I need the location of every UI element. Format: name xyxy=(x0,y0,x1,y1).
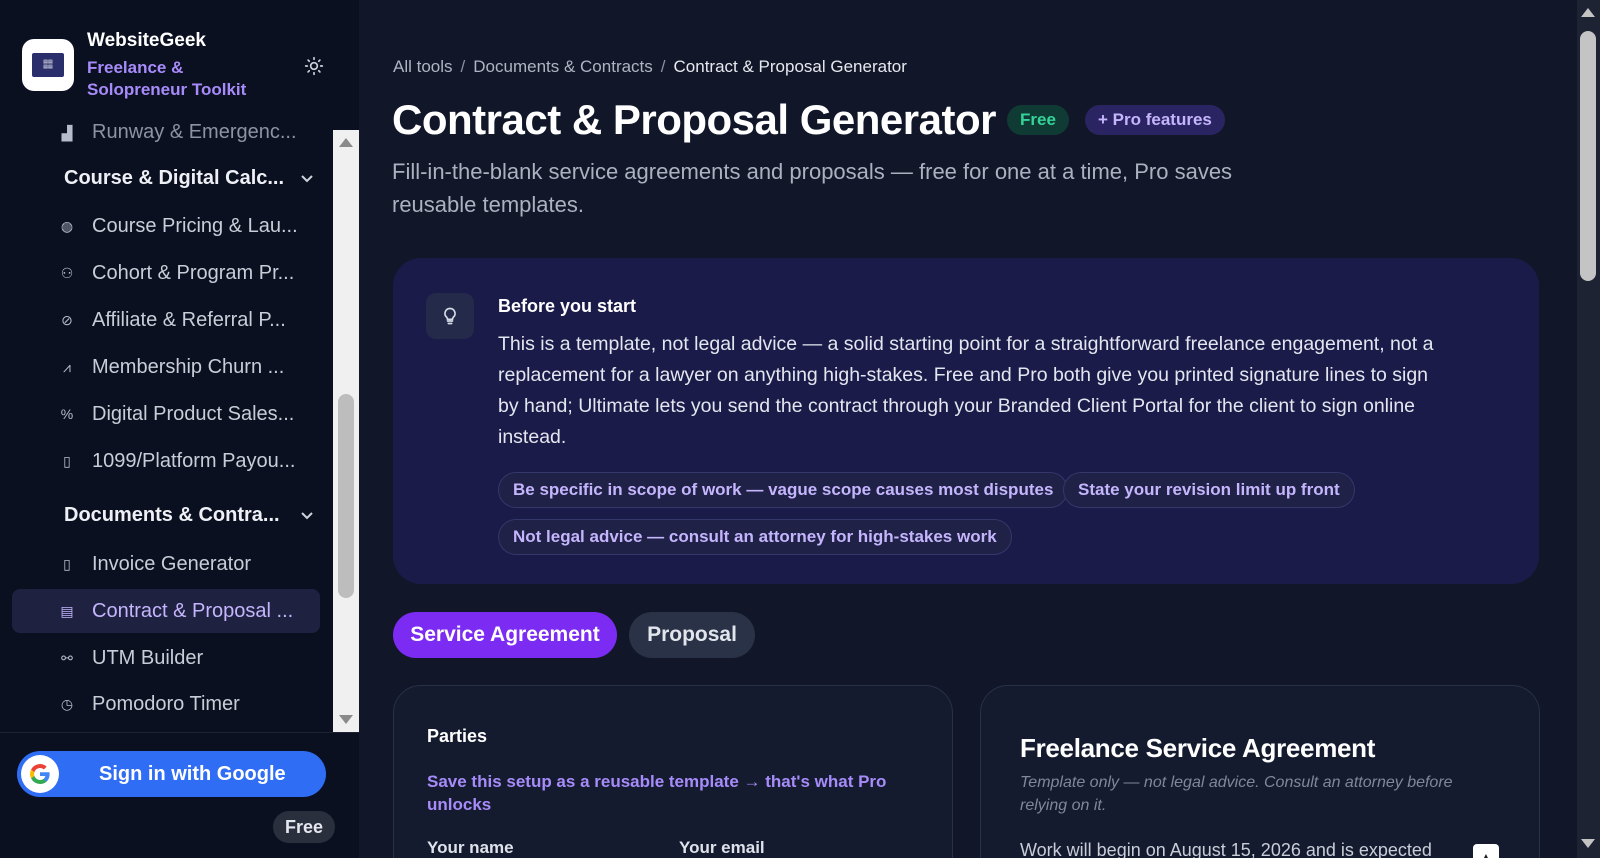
scroll-down-icon[interactable] xyxy=(1581,839,1595,848)
scroll-down-icon[interactable] xyxy=(339,715,353,724)
link-icon: ⚯ xyxy=(61,649,73,666)
google-sign-in-label: Sign in with Google xyxy=(99,762,286,785)
sidebar-group-course[interactable]: Course & Digital Calc... xyxy=(64,158,314,198)
sidebar: ▤▤ ▤▤ WebsiteGeek Freelance & Solopreneur… xyxy=(0,0,359,858)
chevron-down-icon xyxy=(301,512,313,520)
sidebar-item-label: Membership Churn ... xyxy=(92,355,285,378)
sidebar-item-label: Pomodoro Timer xyxy=(92,692,240,715)
sidebar-item-label: Digital Product Sales... xyxy=(92,402,295,425)
free-badge: Free xyxy=(1007,105,1069,135)
plan-badge: Free xyxy=(273,811,335,843)
brand-subtitle: Freelance & Solopreneur Toolkit xyxy=(87,58,247,99)
breadcrumb-separator: / xyxy=(660,57,666,76)
sidebar-group-label: Course & Digital Calc... xyxy=(64,166,285,189)
breadcrumb-all-tools[interactable]: All tools xyxy=(393,57,453,76)
your-name-label: Your name xyxy=(427,838,514,857)
preview-disclaimer: Template only — not legal advice. Consul… xyxy=(1020,774,1453,814)
sidebar-group-label: Documents & Contra... xyxy=(64,503,280,526)
parties-heading: Parties xyxy=(427,726,488,746)
sidebar-item-affiliate[interactable]: ⊘ Affiliate & Referral P... xyxy=(12,298,320,342)
breadcrumb: All tools / Documents & Contracts / Contract… xyxy=(393,57,907,77)
caret-up-icon[interactable]: ▲ xyxy=(1473,844,1499,858)
sidebar-item-runway[interactable]: ▟ Runway & Emergenc... xyxy=(12,124,320,160)
page-scrollbar[interactable] xyxy=(1577,0,1600,858)
scroll-up-icon[interactable] xyxy=(1581,8,1595,17)
sidebar-item-digital-product[interactable]: % Digital Product Sales... xyxy=(12,392,320,436)
percent-icon: % xyxy=(60,406,74,422)
sidebar-group-documents[interactable]: Documents & Contra... xyxy=(64,495,314,535)
sidebar-item-contract[interactable]: ▤ Contract & Proposal ... xyxy=(12,589,320,633)
info-body: This is a template, not legal advice — a… xyxy=(498,333,1434,448)
receipt-icon: ▯ xyxy=(63,452,71,469)
pro-features-badge[interactable]: + Pro features xyxy=(1085,105,1225,135)
brand-header: ▤▤ ▤▤ WebsiteGeek Freelance & Solopreneur… xyxy=(0,0,359,124)
toolkit-logo-icon[interactable]: ▤▤ ▤▤ xyxy=(22,39,74,91)
receipt-icon: ▯ xyxy=(63,555,71,572)
globe-icon: ◍ xyxy=(60,217,74,234)
sidebar-item-invoice[interactable]: ▯ Invoice Generator xyxy=(12,542,320,586)
scrollbar-thumb[interactable] xyxy=(338,394,354,598)
preview-title: Freelance Service Agreement xyxy=(1020,733,1376,763)
link-icon: ⊘ xyxy=(61,311,73,328)
before-you-start-card: Before you start This is a template, not… xyxy=(393,258,1539,584)
sidebar-item-pomodoro[interactable]: ◷ Pomodoro Timer xyxy=(12,682,320,726)
sidebar-item-1099[interactable]: ▯ 1099/Platform Payou... xyxy=(12,439,320,483)
agreement-preview-panel: Freelance Service Agreement Template onl… xyxy=(980,685,1540,858)
save-template-link[interactable]: Save this setup as a reusable template →… xyxy=(427,770,897,816)
sidebar-item-label: Affiliate & Referral P... xyxy=(92,308,286,331)
main-content: All tools / Documents & Contracts / Contract… xyxy=(359,0,1577,858)
tab-proposal[interactable]: Proposal xyxy=(629,612,755,658)
sidebar-item-label: Invoice Generator xyxy=(92,552,251,575)
sidebar-item-label: UTM Builder xyxy=(92,646,204,669)
google-sign-in-button[interactable]: Sign in with Google xyxy=(17,751,326,797)
tip-chip: Be specific in scope of work — vague sco… xyxy=(498,472,1069,508)
scroll-up-icon[interactable] xyxy=(339,138,353,147)
lightbulb-icon xyxy=(426,293,474,339)
sidebar-item-membership[interactable]: ⩘ Membership Churn ... xyxy=(12,345,320,389)
users-icon: ⚇ xyxy=(60,264,74,281)
sidebar-item-course-pricing[interactable]: ◍ Course Pricing & Lau... xyxy=(12,204,320,248)
page-subtitle: Fill-in-the-blank service agreements and… xyxy=(392,159,1233,217)
scrollbar-thumb[interactable] xyxy=(1580,31,1596,281)
breadcrumb-current: Contract & Proposal Generator xyxy=(673,57,907,76)
trend-icon: ⩘ xyxy=(63,358,71,375)
sun-icon[interactable] xyxy=(300,52,328,80)
sidebar-item-label: Cohort & Program Pr... xyxy=(92,261,295,284)
sidebar-item-label: Runway & Emergenc... xyxy=(92,124,297,143)
sidebar-item-label: 1099/Platform Payou... xyxy=(92,449,296,472)
sidebar-footer: Sign in with Google Free xyxy=(0,732,359,858)
sidebar-item-utm[interactable]: ⚯ UTM Builder xyxy=(12,636,320,680)
sidebar-item-label: Contract & Proposal ... xyxy=(92,599,294,622)
breadcrumb-separator: / xyxy=(460,57,466,76)
brand-name[interactable]: WebsiteGeek xyxy=(87,30,206,52)
tip-chip: State your revision limit up front xyxy=(1063,472,1355,508)
page-title: Contract & Proposal Generator xyxy=(392,96,996,143)
sidebar-scrollbar[interactable] xyxy=(333,130,359,732)
google-icon xyxy=(21,755,59,793)
parties-form-panel: Parties Save this setup as a reusable te… xyxy=(393,685,953,858)
sidebar-item-label: Course Pricing & Lau... xyxy=(92,214,298,237)
timer-icon: ◷ xyxy=(60,695,74,712)
info-heading: Before you start xyxy=(498,296,637,316)
trend-icon: ▟ xyxy=(61,124,73,141)
document-icon: ▤ xyxy=(60,602,74,619)
sidebar-item-cohort[interactable]: ⚇ Cohort & Program Pr... xyxy=(12,251,320,295)
preview-body-text: Work will begin on August 15, 2026 and i… xyxy=(1020,840,1432,858)
tab-service-agreement[interactable]: Service Agreement xyxy=(393,612,617,658)
sidebar-nav: ▟ Runway & Emergenc... Course & Digital … xyxy=(0,124,333,732)
tip-chip: Not legal advice — consult an attorney f… xyxy=(498,519,1012,555)
breadcrumb-section[interactable]: Documents & Contracts xyxy=(473,57,653,76)
chevron-down-icon xyxy=(301,175,313,183)
your-email-label: Your email xyxy=(679,838,765,857)
